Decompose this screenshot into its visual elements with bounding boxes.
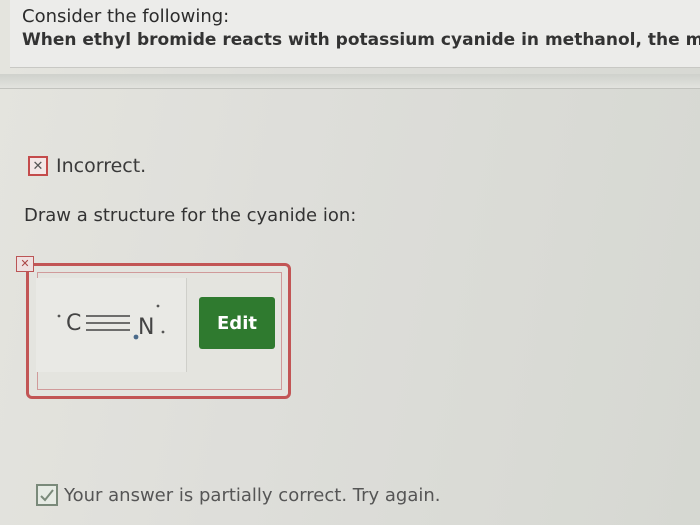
answer-x-mark-icon: ✕: [16, 256, 34, 272]
question-header: Consider the following: When ethyl bromi…: [10, 0, 700, 68]
cyanide-structure: C N: [57, 304, 165, 340]
check-mark-icon: [36, 484, 58, 506]
section-divider: [0, 74, 700, 89]
atom-label-nitrogen: N: [138, 315, 154, 340]
x-mark-icon: ✕: [28, 156, 48, 176]
atom-label-carbon: C: [66, 311, 81, 336]
question-text: When ethyl bromide reacts with potassium…: [22, 30, 700, 50]
edit-button[interactable]: Edit: [199, 297, 275, 349]
feedback-status-label: Incorrect.: [56, 155, 147, 177]
lone-pair-dot: [161, 330, 165, 334]
lone-pair-dot: [57, 314, 61, 318]
feedback-incorrect: ✕ Incorrect.: [28, 155, 146, 177]
lone-pair-dot: [156, 304, 160, 308]
question-title: Consider the following:: [22, 6, 230, 27]
feedback-partial: Your answer is partially correct. Try ag…: [36, 484, 441, 506]
structure-canvas[interactable]: C N: [36, 278, 187, 372]
page: Consider the following: When ethyl bromi…: [0, 0, 700, 525]
feedback-partial-label: Your answer is partially correct. Try ag…: [64, 484, 441, 506]
prompt-text: Draw a structure for the cyanide ion:: [24, 205, 357, 226]
